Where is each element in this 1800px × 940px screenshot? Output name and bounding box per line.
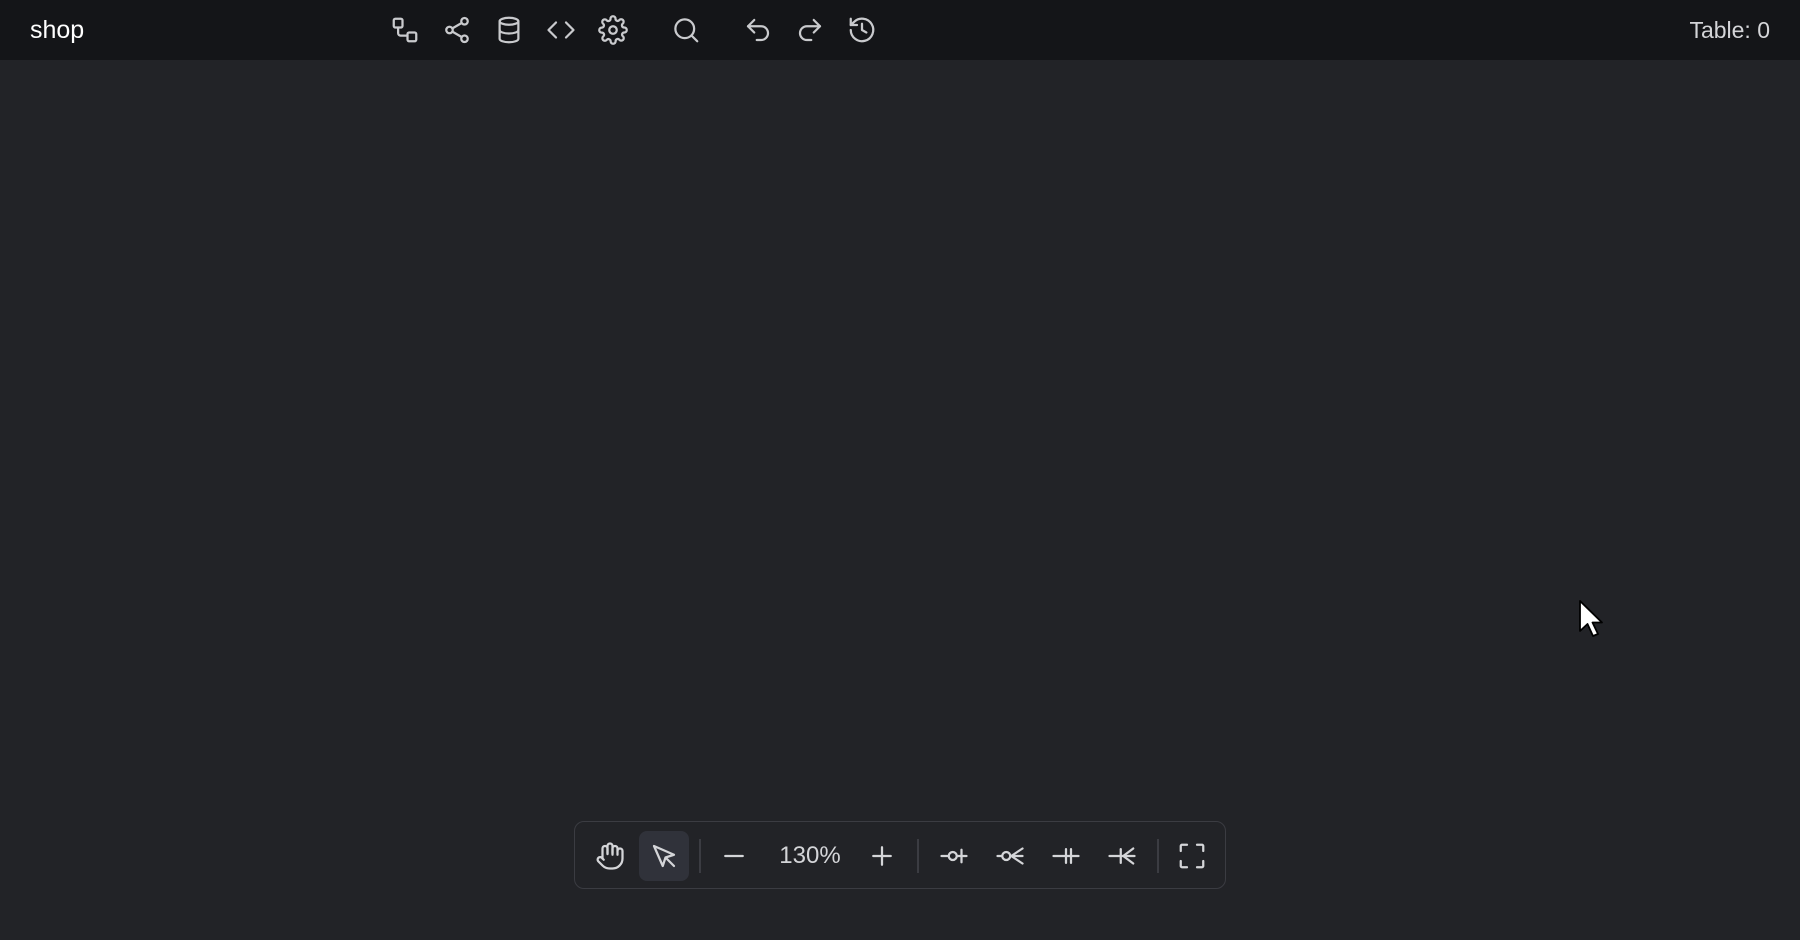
- zoom-in-icon: [872, 846, 892, 866]
- select-tool-button[interactable]: [639, 831, 689, 881]
- share-icon: [445, 16, 469, 44]
- share-button[interactable]: [437, 10, 477, 50]
- pointer-icon: [652, 844, 676, 868]
- relation-one-mandatory-button[interactable]: [1041, 831, 1091, 881]
- relation-one-button[interactable]: [929, 831, 979, 881]
- history-icon: [849, 17, 875, 43]
- redo-button[interactable]: [790, 10, 830, 50]
- hand-icon: [596, 842, 624, 870]
- relation-many-icon: [996, 847, 1024, 865]
- settings-button[interactable]: [593, 10, 633, 50]
- toolbar-divider: [1157, 839, 1159, 873]
- relation-many-mandatory-button[interactable]: [1097, 831, 1147, 881]
- fullscreen-button[interactable]: [1167, 831, 1217, 881]
- diagram-canvas[interactable]: [0, 60, 1800, 940]
- search-icon: [674, 18, 699, 43]
- code-button[interactable]: [541, 10, 581, 50]
- relation-many-mandatory-icon: [1108, 847, 1136, 865]
- diagram-button[interactable]: [385, 10, 425, 50]
- undo-icon: [746, 18, 770, 42]
- toolbar-divider: [917, 839, 919, 873]
- fullscreen-icon: [1179, 843, 1205, 869]
- relation-one-mandatory-icon: [1052, 848, 1080, 864]
- canvas-toolbar: 130%: [574, 821, 1226, 889]
- zoom-out-button[interactable]: [709, 831, 759, 881]
- app-window: shop Table: 0 130%: [0, 0, 1800, 940]
- relation-one-icon: [940, 848, 968, 864]
- settings-icon: [598, 15, 628, 45]
- history-button[interactable]: [842, 10, 882, 50]
- app-title: shop: [30, 16, 85, 44]
- redo-icon: [798, 18, 822, 42]
- pan-tool-button[interactable]: [585, 831, 635, 881]
- relation-many-button[interactable]: [985, 831, 1035, 881]
- mouse-cursor-icon: [1579, 600, 1603, 637]
- undo-button[interactable]: [738, 10, 778, 50]
- search-button[interactable]: [666, 10, 706, 50]
- zoom-in-button[interactable]: [857, 831, 907, 881]
- top-bar: shop Table: 0: [0, 0, 1800, 60]
- zoom-out-icon: [724, 854, 744, 858]
- table-count-label: Table: 0: [1689, 17, 1770, 43]
- database-button[interactable]: [489, 10, 529, 50]
- diagram-icon: [392, 17, 418, 43]
- toolbar-divider: [699, 839, 701, 873]
- code-icon: [547, 21, 575, 39]
- zoom-level: 130%: [779, 842, 841, 869]
- database-icon: [498, 16, 520, 44]
